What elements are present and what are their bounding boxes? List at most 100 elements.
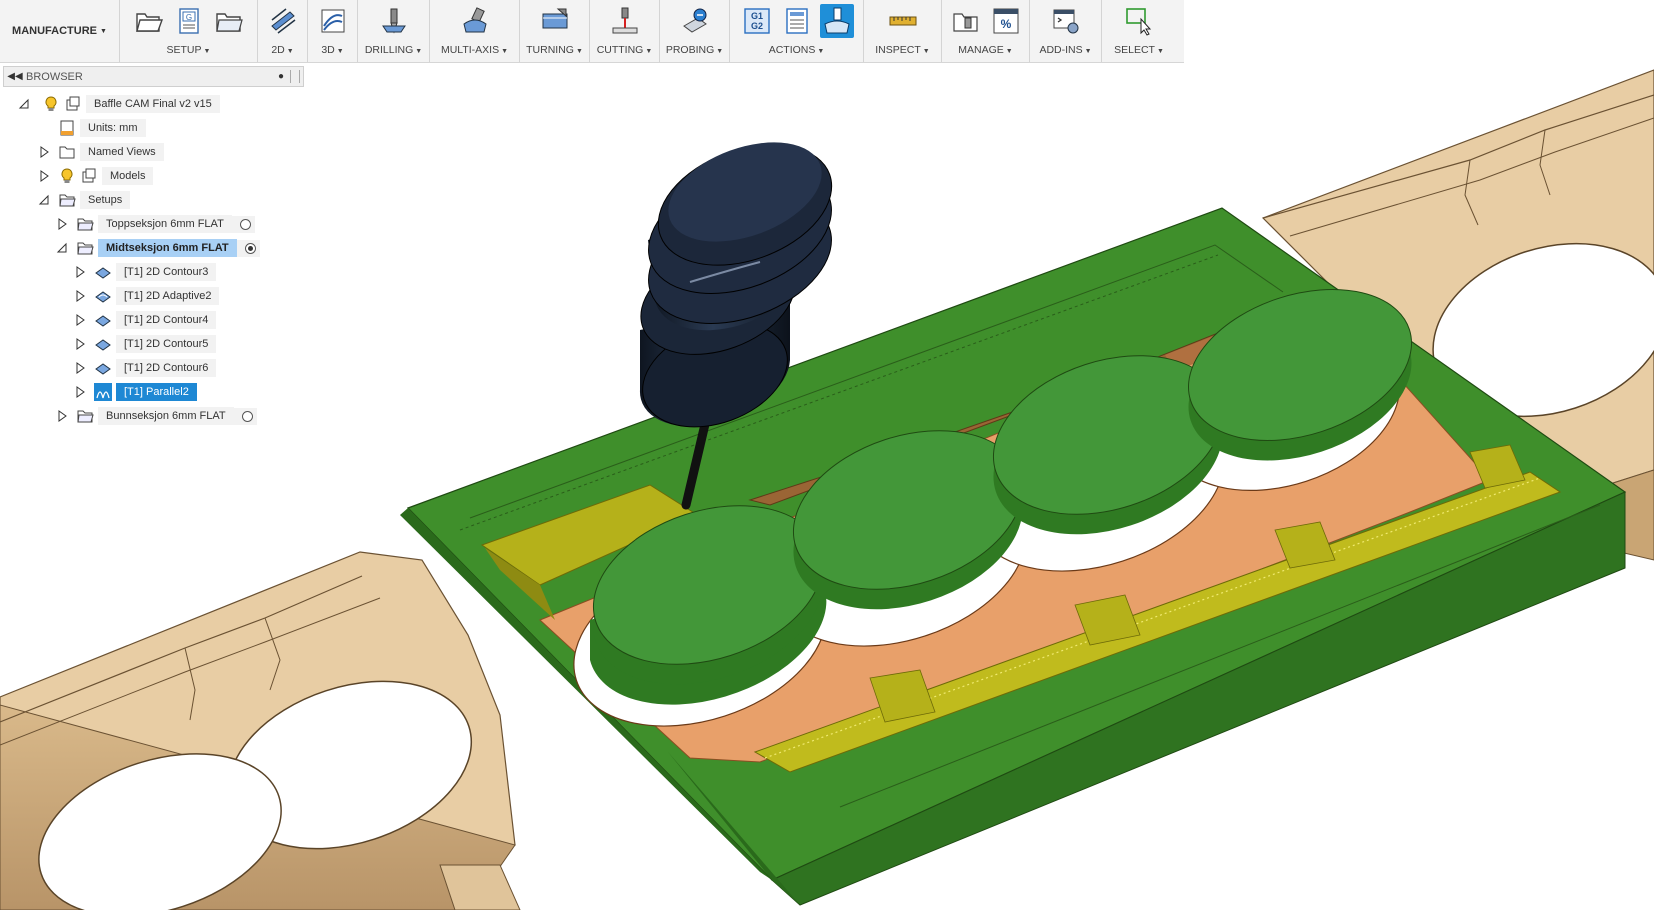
probe-button[interactable]	[678, 4, 712, 38]
setups-label[interactable]: Setups	[80, 191, 131, 209]
setup-menu[interactable]: SETUP ▼	[120, 42, 257, 60]
expand-arrow-icon[interactable]	[38, 169, 50, 183]
svg-text:%: %	[1000, 17, 1011, 31]
toolbar-group-drilling: DRILLING ▼	[358, 0, 430, 62]
folder-setup-button[interactable]	[212, 4, 246, 38]
2d-contour-icon	[94, 335, 112, 353]
expand-arrow-icon[interactable]	[74, 265, 86, 279]
operation-label[interactable]: [T1] 2D Contour5	[116, 335, 217, 353]
collapse-browser-icon[interactable]: ◀◀	[4, 71, 26, 82]
workspace-switcher[interactable]: MANUFACTURE ▼	[0, 0, 120, 62]
collapse-arrow-icon[interactable]	[38, 193, 50, 207]
tree-row-operation: [T1] 2D Contour4	[74, 310, 217, 330]
operation-label[interactable]: [T1] 2D Contour3	[116, 263, 217, 281]
drilling-menu[interactable]: DRILLING ▼	[358, 42, 429, 60]
setup-sheet-action-button[interactable]	[780, 4, 814, 38]
probing-menu[interactable]: PROBING ▼	[660, 42, 729, 60]
tree-row-operation: [T1] 2D Contour6	[74, 358, 217, 378]
drill-button[interactable]	[377, 4, 411, 38]
expand-arrow-icon[interactable]	[74, 337, 86, 351]
tree-row-document: Baffle CAM Final v2 v15	[18, 94, 220, 114]
activate-setup-radio[interactable]	[241, 410, 253, 422]
3d-menu[interactable]: 3D ▼	[308, 42, 357, 60]
operation-label[interactable]: [T1] 2D Contour4	[116, 311, 217, 329]
add-ins-menu[interactable]: ADD-INS ▼	[1030, 42, 1101, 60]
tool-library-button[interactable]	[949, 4, 983, 38]
3d-milling-button[interactable]	[316, 4, 350, 38]
ruler-icon	[889, 16, 916, 26]
chevron-down-icon: ▼	[100, 27, 107, 35]
collapse-arrow-icon[interactable]	[18, 97, 30, 111]
toolbar-group-inspect: INSPECT ▼	[864, 0, 942, 62]
2d-adaptive-icon	[94, 287, 112, 305]
select-menu[interactable]: SELECT ▼	[1102, 42, 1176, 60]
folder-icon	[58, 143, 76, 161]
document-icon	[785, 8, 808, 34]
expand-arrow-icon[interactable]	[38, 145, 50, 159]
toolbar-group-probing: PROBING ▼	[660, 0, 730, 62]
2d-contour-icon	[94, 263, 112, 281]
pin-icon[interactable]: ●	[272, 71, 290, 82]
expand-arrow-icon[interactable]	[74, 361, 86, 375]
actions-menu[interactable]: ACTIONS ▼	[730, 42, 863, 60]
units-label[interactable]: Units: mm	[80, 119, 146, 137]
resize-grip[interactable]	[290, 70, 300, 83]
toolbar-group-turning: TURNING ▼	[520, 0, 590, 62]
operation-label[interactable]: [T1] 2D Adaptive2	[116, 287, 220, 305]
2d-milling-button[interactable]	[266, 4, 300, 38]
collapse-arrow-icon[interactable]	[56, 241, 68, 255]
active-setup-radio[interactable]	[244, 242, 256, 254]
operation-label[interactable]: [T1] Parallel2	[116, 383, 197, 401]
multi-axis-button[interactable]	[458, 4, 492, 38]
setup-folder-icon	[76, 407, 94, 425]
tree-row-setup: Toppseksjon 6mm FLAT	[56, 214, 255, 234]
browser-title: BROWSER	[26, 70, 83, 83]
turning-menu[interactable]: TURNING ▼	[520, 42, 589, 60]
setup-folder-icon	[76, 239, 94, 257]
expand-arrow-icon[interactable]	[74, 385, 86, 399]
select-button[interactable]	[1122, 4, 1156, 38]
drill-icon	[381, 8, 406, 34]
cutting-menu[interactable]: CUTTING ▼	[590, 42, 659, 60]
post-process-button[interactable]: G1 G2	[740, 4, 774, 38]
2d-toolpath-icon	[270, 8, 295, 34]
cutting-button[interactable]	[608, 4, 642, 38]
setup-label[interactable]: Bunnseksjon 6mm FLAT	[98, 407, 234, 425]
scripts-addins-button[interactable]	[1049, 4, 1083, 38]
multi-axis-menu[interactable]: MULTI-AXIS ▼	[430, 42, 519, 60]
simulate-button[interactable]	[819, 4, 854, 38]
activate-setup-radio[interactable]	[239, 218, 251, 230]
tool-library-icon	[952, 13, 978, 32]
3d-toolpath-icon	[321, 9, 344, 33]
named-views-label[interactable]: Named Views	[80, 143, 164, 161]
svg-text:G1: G1	[750, 11, 762, 21]
component-icon	[64, 95, 82, 113]
toolbar-group-multi-axis: MULTI-AXIS ▼	[430, 0, 520, 62]
2d-menu[interactable]: 2D ▼	[258, 42, 307, 60]
setup-label[interactable]: Toppseksjon 6mm FLAT	[98, 215, 232, 233]
operation-label[interactable]: [T1] 2D Contour6	[116, 359, 217, 377]
expand-arrow-icon[interactable]	[56, 217, 68, 231]
inspect-menu[interactable]: INSPECT ▼	[864, 42, 941, 60]
document-name[interactable]: Baffle CAM Final v2 v15	[86, 95, 220, 113]
toolbar-group-2d: 2D ▼	[258, 0, 308, 62]
turning-button[interactable]	[538, 4, 572, 38]
toolbar-group-manage: % MANAGE ▼	[942, 0, 1030, 62]
probe-icon	[682, 8, 707, 33]
manage-menu[interactable]: MANAGE ▼	[942, 42, 1029, 60]
tree-row-models: Models	[38, 166, 154, 186]
setup-sheet-button[interactable]: G	[172, 4, 206, 38]
expand-arrow-icon[interactable]	[74, 289, 86, 303]
expand-arrow-icon[interactable]	[74, 313, 86, 327]
post-library-button[interactable]: %	[989, 4, 1023, 38]
3d-viewport[interactable]	[0, 0, 1654, 910]
tree-row-named-views: Named Views	[38, 142, 164, 162]
lightbulb-icon[interactable]	[58, 167, 76, 185]
setup-label[interactable]: Midtseksjon 6mm FLAT	[98, 239, 237, 257]
select-icon	[1126, 8, 1152, 36]
measure-button[interactable]	[886, 4, 920, 38]
lightbulb-icon[interactable]	[42, 95, 60, 113]
expand-arrow-icon[interactable]	[56, 409, 68, 423]
models-label[interactable]: Models	[102, 167, 154, 185]
new-setup-button[interactable]	[132, 4, 166, 38]
